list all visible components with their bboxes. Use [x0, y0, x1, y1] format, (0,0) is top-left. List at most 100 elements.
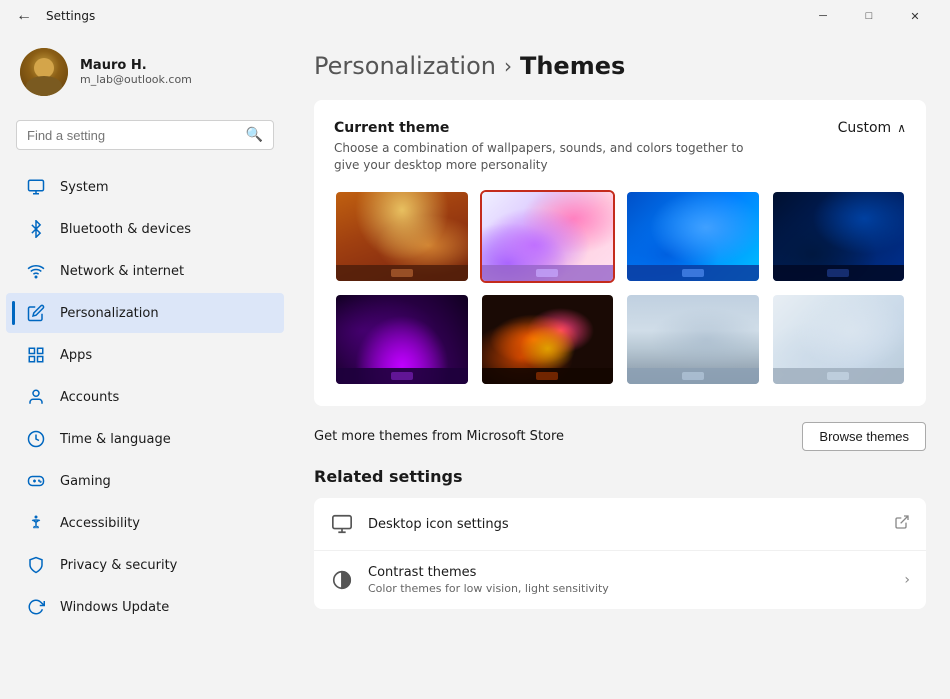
nav-icon-gaming [26, 471, 46, 491]
theme-taskbar-colorful [482, 265, 614, 281]
theme-thumb-white-wave [773, 295, 905, 384]
nav-icon-time [26, 429, 46, 449]
nav-apps[interactable]: Apps [6, 335, 284, 375]
theme-item-colorful[interactable] [480, 190, 616, 283]
nav-icon-update [26, 597, 46, 617]
nav-update[interactable]: Windows Update [6, 587, 284, 627]
maximize-button[interactable]: □ [846, 0, 892, 32]
current-theme-card: Current theme Choose a combination of wa… [314, 100, 926, 406]
user-email: m_lab@outlook.com [80, 73, 192, 86]
theme-taskbar-autumn [336, 265, 468, 281]
current-theme-badge[interactable]: Custom ∧ [838, 120, 906, 136]
nav-time[interactable]: Time & language [6, 419, 284, 459]
nav-personalization[interactable]: Personalization [6, 293, 284, 333]
minimize-button[interactable]: ─ [800, 0, 846, 32]
themes-grid [334, 190, 906, 387]
nav-accounts[interactable]: Accounts [6, 377, 284, 417]
theme-item-desert[interactable] [625, 293, 761, 386]
taskbar-btn-colorful [536, 269, 558, 277]
close-button[interactable]: ✕ [892, 0, 938, 32]
theme-item-autumn[interactable] [334, 190, 470, 283]
settings-item-desktop-icon[interactable]: Desktop icon settings [314, 498, 926, 551]
nav-icon-system [26, 177, 46, 197]
current-theme-title: Current theme [334, 120, 838, 136]
theme-selected-label: Custom [838, 120, 892, 136]
theme-taskbar-desert [627, 368, 759, 384]
search-container: 🔍 [0, 112, 290, 158]
nav-label-gaming: Gaming [60, 474, 111, 489]
main-content: Personalization › Themes Current theme C… [290, 32, 950, 699]
desktop-icon-icon [330, 512, 354, 536]
theme-taskbar-win-blue [627, 265, 759, 281]
nav-accessibility[interactable]: Accessibility [6, 503, 284, 543]
nav-label-personalization: Personalization [60, 306, 159, 321]
search-input[interactable] [27, 128, 238, 143]
breadcrumb-current: Themes [520, 52, 625, 80]
nav-icon-accessibility [26, 513, 46, 533]
ms-store-text: Get more themes from Microsoft Store [314, 429, 564, 444]
theme-thumb-flower [482, 295, 614, 384]
search-box[interactable]: 🔍 [16, 120, 274, 150]
theme-item-win-blue[interactable] [625, 190, 761, 283]
theme-taskbar-dark-blue [773, 265, 905, 281]
avatar [20, 48, 68, 96]
nav-privacy[interactable]: Privacy & security [6, 545, 284, 585]
theme-taskbar-flower [482, 368, 614, 384]
theme-thumb-win-blue [627, 192, 759, 281]
contrast-info: Contrast themes Color themes for low vis… [368, 565, 890, 595]
breadcrumb-parent: Personalization [314, 52, 496, 80]
user-info: Mauro H. m_lab@outlook.com [80, 58, 192, 86]
theme-thumb-autumn [336, 192, 468, 281]
taskbar-btn-dark-blue [827, 269, 849, 277]
related-settings-section: Related settings Desktop icon settings [314, 467, 926, 609]
nav-label-update: Windows Update [60, 600, 169, 615]
theme-thumb-colorful [482, 192, 614, 281]
nav-label-apps: Apps [60, 348, 92, 363]
desktop-icon-title: Desktop icon settings [368, 517, 880, 532]
nav-label-accounts: Accounts [60, 390, 119, 405]
theme-thumb-purple [336, 295, 468, 384]
titlebar-left: ← Settings [12, 3, 95, 29]
contrast-title: Contrast themes [368, 565, 890, 580]
contrast-chevron-icon: › [904, 572, 910, 588]
taskbar-btn-autumn [391, 269, 413, 277]
current-theme-description: Choose a combination of wallpapers, soun… [334, 140, 754, 174]
nav-label-system: System [60, 180, 108, 195]
search-icon: 🔍 [246, 127, 263, 143]
theme-item-dark-blue[interactable] [771, 190, 907, 283]
ms-store-row: Get more themes from Microsoft Store Bro… [314, 422, 926, 451]
nav-icon-privacy [26, 555, 46, 575]
nav-bluetooth[interactable]: Bluetooth & devices [6, 209, 284, 249]
user-profile[interactable]: Mauro H. m_lab@outlook.com [0, 32, 290, 112]
taskbar-btn-purple [391, 372, 413, 380]
chevron-up-icon: ∧ [897, 121, 906, 135]
related-settings-title: Related settings [314, 467, 926, 486]
nav-network[interactable]: Network & internet [6, 251, 284, 291]
nav-label-network: Network & internet [60, 264, 184, 279]
theme-taskbar-purple [336, 368, 468, 384]
theme-item-white-wave[interactable] [771, 293, 907, 386]
theme-item-flower[interactable] [480, 293, 616, 386]
nav-icon-apps [26, 345, 46, 365]
desktop-icon-info: Desktop icon settings [368, 517, 880, 532]
breadcrumb: Personalization › Themes [314, 52, 926, 80]
nav-label-time: Time & language [60, 432, 171, 447]
nav-system[interactable]: System [6, 167, 284, 207]
contrast-desc: Color themes for low vision, light sensi… [368, 582, 890, 595]
settings-item-contrast-themes[interactable]: Contrast themes Color themes for low vis… [314, 551, 926, 609]
nav-label-bluetooth: Bluetooth & devices [60, 222, 191, 237]
current-theme-info: Current theme Choose a combination of wa… [334, 120, 838, 174]
theme-item-purple[interactable] [334, 293, 470, 386]
nav-icon-bluetooth [26, 219, 46, 239]
avatar-image [20, 48, 68, 96]
nav-label-privacy: Privacy & security [60, 558, 177, 573]
theme-taskbar-white-wave [773, 368, 905, 384]
sidebar: Mauro H. m_lab@outlook.com 🔍 System [0, 32, 290, 699]
browse-themes-button[interactable]: Browse themes [802, 422, 926, 451]
nav-gaming[interactable]: Gaming [6, 461, 284, 501]
back-button[interactable]: ← [12, 3, 36, 29]
related-settings-card: Desktop icon settings [314, 498, 926, 609]
breadcrumb-separator: › [504, 54, 512, 78]
theme-thumb-dark-blue [773, 192, 905, 281]
nav-icon-accounts [26, 387, 46, 407]
